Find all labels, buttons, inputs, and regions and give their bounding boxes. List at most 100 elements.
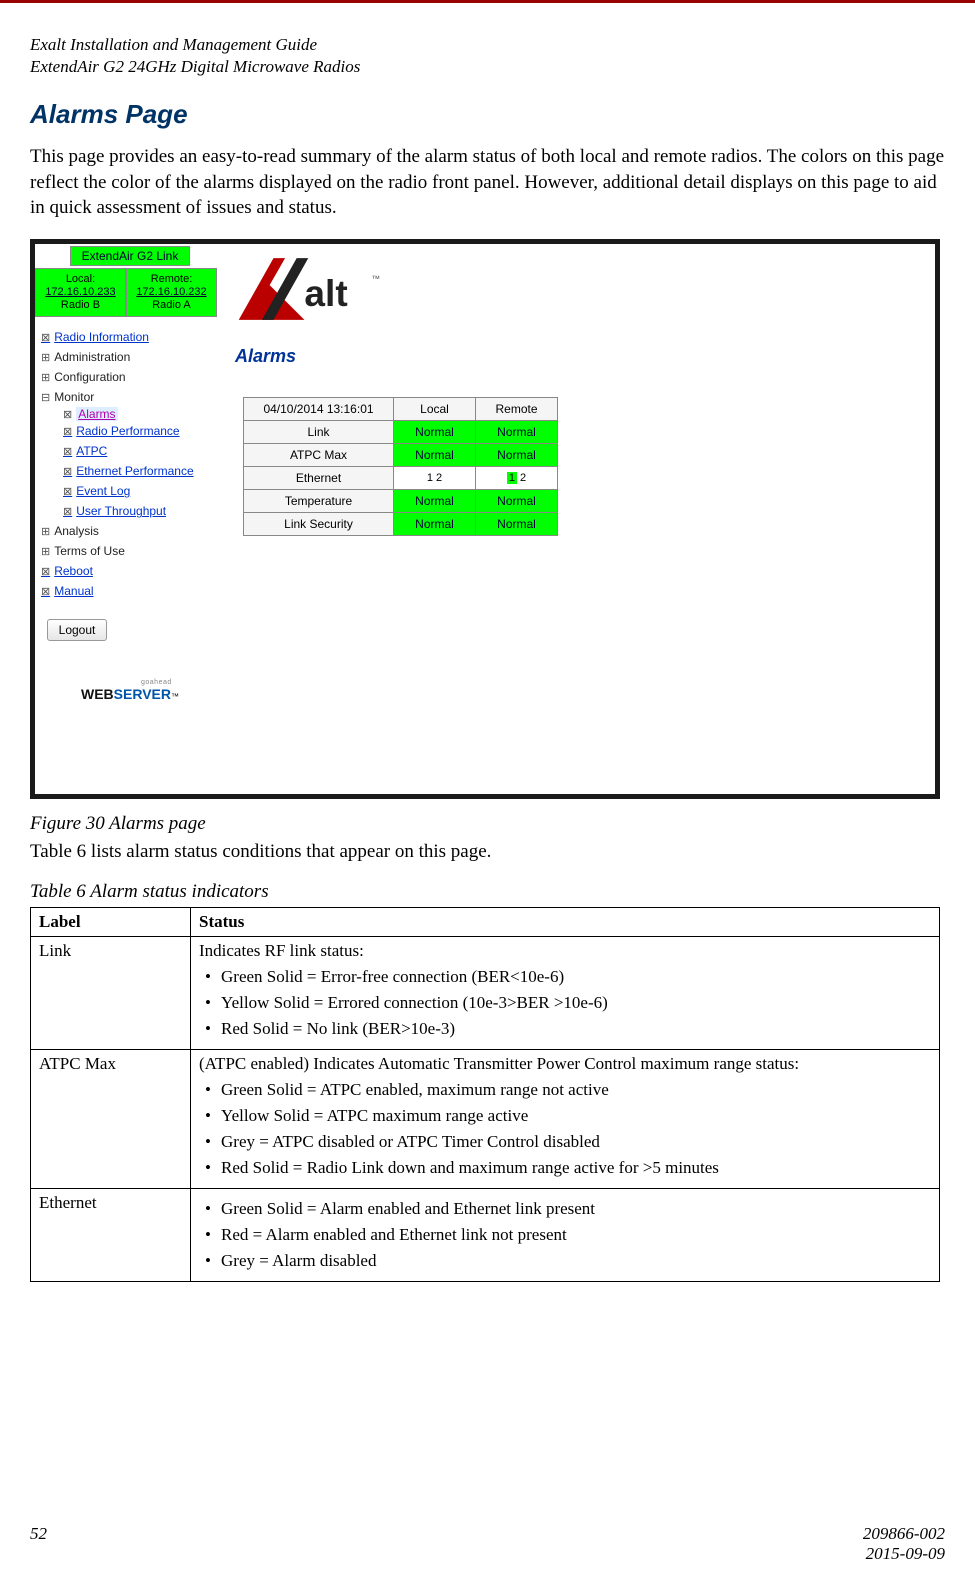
expand-icon: ⊞ [41,546,50,558]
local-ip[interactable]: 172.16.10.233 [45,286,115,298]
expand-icon: ⊞ [41,372,50,384]
footer-page-number: 52 [30,1524,47,1564]
table-header-label: Label [31,907,191,936]
status-item: Green Solid = ATPC enabled, maximum rang… [199,1080,931,1100]
local-label: Local: [66,273,95,285]
bullet-icon: ⊠ [63,466,72,478]
link-name-banner: ExtendAir G2 Link [70,246,190,266]
svg-text:alt: alt [304,272,347,314]
local-radio: Radio B [61,299,100,311]
alarm-hdr-local: Local [394,397,476,420]
alarm-row-label: Link Security [244,512,394,535]
alarm-cell: Normal [476,443,558,466]
table-header-status: Status [191,907,940,936]
alarm-cell: Normal [394,489,476,512]
doc-header-line1: Exalt Installation and Management Guide [30,35,945,55]
alarm-status-indicators-table: Label Status Link Indicates RF link stat… [30,907,940,1282]
remote-label: Remote: [151,273,193,285]
nav-ethernet-performance[interactable]: ⊠Ethernet Performance [63,461,213,481]
alarm-cell: Normal [476,420,558,443]
web-text: WEB [81,686,114,702]
alarm-cell: Normal [394,420,476,443]
table-row: Link Indicates RF link status: Green Sol… [31,936,940,1049]
alarm-row-label: Ethernet [244,466,394,489]
nav-analysis[interactable]: ⊞Analysis [41,521,213,541]
logout-button[interactable]: Logout [47,619,107,641]
remote-ip[interactable]: 172.16.10.232 [136,286,206,298]
section-title-alarms: Alarms [235,346,935,367]
nav-radio-information[interactable]: ⊠Radio Information [41,327,213,347]
exalt-logo: alt ™ [231,250,935,328]
table-row: Ethernet Green Solid = Alarm enabled and… [31,1188,940,1281]
status-item: Red = Alarm enabled and Ethernet link no… [199,1225,931,1245]
server-text: SERVER [114,686,171,702]
figure-screenshot: ExtendAir G2 Link Local: 172.16.10.233 R… [30,239,940,799]
alarm-table: 04/10/2014 13:16:01 Local Remote Link No… [243,397,558,536]
nav-administration[interactable]: ⊞Administration [41,347,213,367]
svg-text:™: ™ [372,273,381,283]
alarm-row-label: Temperature [244,489,394,512]
figure-caption: Figure 30 Alarms page [30,813,945,835]
table-row: ATPC Max (ATPC enabled) Indicates Automa… [31,1049,940,1188]
bullet-icon: ⊠ [41,332,50,344]
nav-alarms[interactable]: Alarms [76,407,117,421]
intro-paragraph: This page provides an easy-to-read summa… [30,144,945,221]
doc-header-line2: ExtendAir G2 24GHz Digital Microwave Rad… [30,57,945,77]
alarm-cell-ethernet-local: 1 2 [394,466,476,489]
table-cell-status: Indicates RF link status: Green Solid = … [191,936,940,1049]
bullet-icon: ⊠ [41,566,50,578]
status-item: Grey = Alarm disabled [199,1251,931,1271]
sidebar: ExtendAir G2 Link Local: 172.16.10.233 R… [35,244,217,794]
bullet-icon: ⊠ [63,409,72,421]
alarm-timestamp: 04/10/2014 13:16:01 [244,397,394,420]
nav-terms-of-use[interactable]: ⊞Terms of Use [41,541,213,561]
bullet-icon: ⊠ [63,446,72,458]
nav-event-log[interactable]: ⊠Event Log [63,481,213,501]
nav-user-throughput[interactable]: ⊠User Throughput [63,501,213,521]
expand-icon: ⊞ [41,352,50,364]
alarm-cell-ethernet-remote: 1 2 [476,466,558,489]
alarm-cell: Normal [394,443,476,466]
alarm-row-label: Link [244,420,394,443]
status-lead: Indicates RF link status: [199,941,364,960]
alarm-cell: Normal [476,489,558,512]
bullet-icon: ⊠ [63,426,72,438]
bullet-icon: ⊠ [63,506,72,518]
remote-radio: Radio A [152,299,191,311]
bullet-icon: ⊠ [41,586,50,598]
local-card[interactable]: Local: 172.16.10.233 Radio B [35,268,126,318]
nav-manual[interactable]: ⊠Manual [41,581,213,601]
status-item: Yellow Solid = Errored connection (10e-3… [199,993,931,1013]
bullet-icon: ⊠ [63,486,72,498]
nav-monitor[interactable]: ⊟Monitor [41,387,213,407]
status-item: Red Solid = Radio Link down and maximum … [199,1158,931,1178]
nav-radio-performance[interactable]: ⊠Radio Performance [63,421,213,441]
expand-icon: ⊞ [41,526,50,538]
table-cell-label: ATPC Max [31,1049,191,1188]
status-item: Grey = ATPC disabled or ATPC Timer Contr… [199,1132,931,1152]
sidebar-nav: ⊠Radio Information ⊞Administration ⊞Conf… [35,317,217,793]
status-item: Yellow Solid = ATPC maximum range active [199,1106,931,1126]
remote-card[interactable]: Remote: 172.16.10.232 Radio A [126,268,217,318]
status-item: Green Solid = Error-free connection (BER… [199,967,931,987]
table-cell-status: Green Solid = Alarm enabled and Ethernet… [191,1188,940,1281]
status-item: Green Solid = Alarm enabled and Ethernet… [199,1199,931,1219]
after-figure-text: Table 6 lists alarm status conditions th… [30,841,945,863]
nav-configuration[interactable]: ⊞Configuration [41,367,213,387]
table-cell-label: Ethernet [31,1188,191,1281]
footer-doc-number: 209866-002 [863,1524,945,1544]
nav-reboot[interactable]: ⊠Reboot [41,561,213,581]
alarm-cell: Normal [476,512,558,535]
table-cell-status: (ATPC enabled) Indicates Automatic Trans… [191,1049,940,1188]
alarm-cell: Normal [394,512,476,535]
table-cell-label: Link [31,936,191,1049]
table-caption: Table 6 Alarm status indicators [30,881,945,903]
nav-atpc[interactable]: ⊠ATPC [63,441,213,461]
footer-date: 2015-09-09 [863,1544,945,1564]
status-lead: (ATPC enabled) Indicates Automatic Trans… [199,1054,799,1073]
alarm-row-label: ATPC Max [244,443,394,466]
main-panel: alt ™ Alarms 04/10/2014 13:16:01 Local R… [217,244,935,794]
page-title: Alarms Page [30,99,945,130]
status-item: Red Solid = No link (BER>10e-3) [199,1019,931,1039]
alarm-hdr-remote: Remote [476,397,558,420]
